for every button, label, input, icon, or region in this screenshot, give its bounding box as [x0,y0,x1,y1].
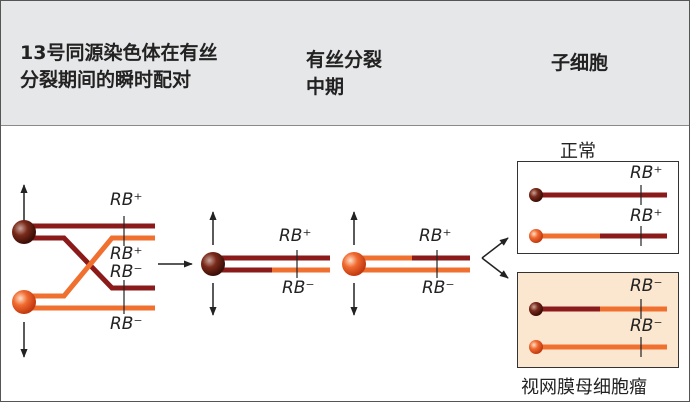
arrow-to-normal [481,237,509,259]
label-rb-plus: RB⁺ [279,226,312,246]
chromosome-diagram [12,184,667,358]
centromere-orange [529,229,543,243]
centromere-dark [201,252,225,276]
centromere-dark [529,188,543,202]
label-rb-minus: RB⁻ [422,278,455,298]
centromere-orange [342,252,366,276]
label-rb-minus: RB⁻ [282,278,315,298]
centromere-dark [12,220,36,244]
centromere-dark [529,302,543,316]
diagram-frame: 13号同源染色体在有丝 分裂期间的瞬时配对 有丝分裂 中期 子细胞 RB⁺ RB… [0,0,690,402]
label-rb-minus: RB⁻ [110,314,143,334]
label-rb-minus: RB⁻ [110,262,143,282]
label-rb-plus: RB⁺ [630,206,663,226]
label-rb-plus: RB⁺ [419,226,452,246]
centromere-orange [529,340,543,354]
label-rb-minus: RB⁻ [630,316,663,336]
label-rb-plus: RB⁺ [630,163,663,183]
caption-retinoblastoma: 视网膜母细胞瘤 [521,377,647,398]
arrow-to-tumor [481,257,509,279]
label-rb-plus: RB⁺ [110,190,143,210]
centromere-orange [12,290,36,314]
caption-normal: 正常 [560,141,596,162]
label-rb-minus: RB⁻ [630,276,663,296]
label-rb-plus: RB⁺ [110,244,143,264]
